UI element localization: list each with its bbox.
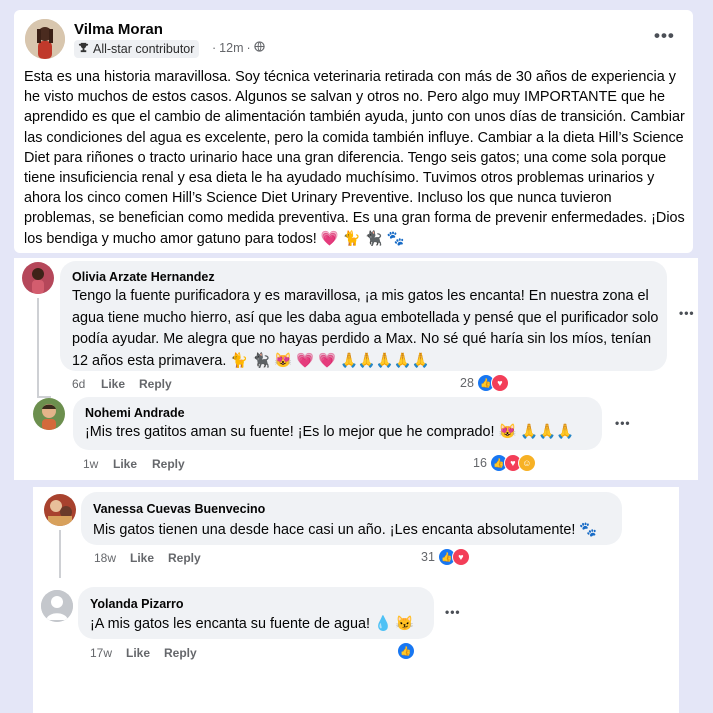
like-button[interactable]: Like bbox=[130, 551, 154, 565]
comment-more-options-icon[interactable]: ••• bbox=[615, 416, 631, 430]
author-avatar[interactable] bbox=[25, 19, 65, 59]
reaction-summary[interactable]: 16 👍 ♥ ☺ bbox=[473, 454, 536, 472]
like-button[interactable]: Like bbox=[101, 377, 125, 391]
reaction-count: 28 bbox=[460, 376, 474, 390]
reply-button[interactable]: Reply bbox=[164, 646, 197, 660]
comment-time[interactable]: 17w bbox=[90, 646, 112, 660]
reaction-summary[interactable]: 28 👍 ♥ bbox=[460, 374, 509, 392]
commenter-avatar[interactable] bbox=[44, 494, 76, 526]
comment-time[interactable]: 18w bbox=[94, 551, 116, 565]
comment-more-options-icon[interactable]: ••• bbox=[445, 605, 461, 619]
care-face-icon: ☺ bbox=[517, 454, 536, 472]
post-card: Vilma Moran All-star contributor · 12m ·… bbox=[14, 10, 693, 253]
badge-label: All-star contributor bbox=[93, 42, 195, 56]
comment-more-options-icon[interactable]: ••• bbox=[679, 306, 695, 320]
comment-thread-panel: Olivia Arzate Hernandez Tengo la fuente … bbox=[14, 258, 698, 480]
comment-text: Mis gatos tienen una desde hace casi un … bbox=[93, 522, 598, 538]
post-body-text: Esta es una historia maravillosa. Soy té… bbox=[24, 69, 685, 247]
thumbs-up-icon: 👍 bbox=[397, 642, 415, 660]
reply-button[interactable]: Reply bbox=[139, 377, 172, 391]
commenter-avatar[interactable] bbox=[22, 262, 54, 294]
contributor-badge[interactable]: All-star contributor bbox=[74, 40, 200, 58]
globe-icon bbox=[253, 41, 265, 55]
like-button[interactable]: Like bbox=[126, 646, 150, 660]
comment-author[interactable]: Yolanda Pizarro bbox=[90, 597, 184, 611]
reaction-summary[interactable]: 👍 bbox=[390, 642, 415, 660]
comment-text: ¡Mis tres gatitos aman su fuente! ¡Es lo… bbox=[85, 424, 575, 440]
thread-line bbox=[59, 530, 61, 578]
reply-button[interactable]: Reply bbox=[152, 457, 185, 471]
reaction-count: 31 bbox=[421, 550, 435, 564]
comment-text: ¡A mis gatos les encanta su fuente de ag… bbox=[90, 616, 414, 632]
comment-author[interactable]: Vanessa Cuevas Buenvecino bbox=[93, 502, 265, 516]
comment-time[interactable]: 6d bbox=[72, 377, 85, 391]
trophy-icon bbox=[78, 42, 89, 56]
commenter-avatar[interactable] bbox=[33, 398, 65, 430]
comment-text: Tengo la fuente purificadora y es maravi… bbox=[72, 288, 659, 369]
post-time[interactable]: 12m bbox=[219, 41, 243, 55]
post-more-options-icon[interactable]: ••• bbox=[654, 26, 675, 46]
heart-icon: ♥ bbox=[490, 374, 509, 392]
reaction-summary[interactable]: 31 👍 ♥ bbox=[421, 548, 470, 566]
thread-line bbox=[37, 298, 39, 398]
comment-bubble: Olivia Arzate Hernandez Tengo la fuente … bbox=[60, 261, 667, 371]
post-meta: · 12m · bbox=[212, 41, 265, 55]
comment-bubble: Yolanda Pizarro ¡A mis gatos les encanta… bbox=[78, 587, 434, 639]
comment-author[interactable]: Olivia Arzate Hernandez bbox=[72, 270, 215, 284]
heart-icon: ♥ bbox=[451, 548, 470, 566]
reply-button[interactable]: Reply bbox=[168, 551, 201, 565]
comment-thread-panel: Vanessa Cuevas Buenvecino Mis gatos tien… bbox=[33, 487, 679, 713]
comment-time[interactable]: 1w bbox=[83, 457, 98, 471]
commenter-avatar[interactable] bbox=[41, 590, 73, 622]
comment-bubble: Vanessa Cuevas Buenvecino Mis gatos tien… bbox=[81, 492, 622, 545]
comment-bubble: Nohemi Andrade ¡Mis tres gatitos aman su… bbox=[73, 397, 602, 450]
like-button[interactable]: Like bbox=[113, 457, 137, 471]
reaction-count: 16 bbox=[473, 456, 487, 470]
post-author-name[interactable]: Vilma Moran bbox=[74, 21, 163, 38]
comment-author[interactable]: Nohemi Andrade bbox=[85, 406, 185, 420]
